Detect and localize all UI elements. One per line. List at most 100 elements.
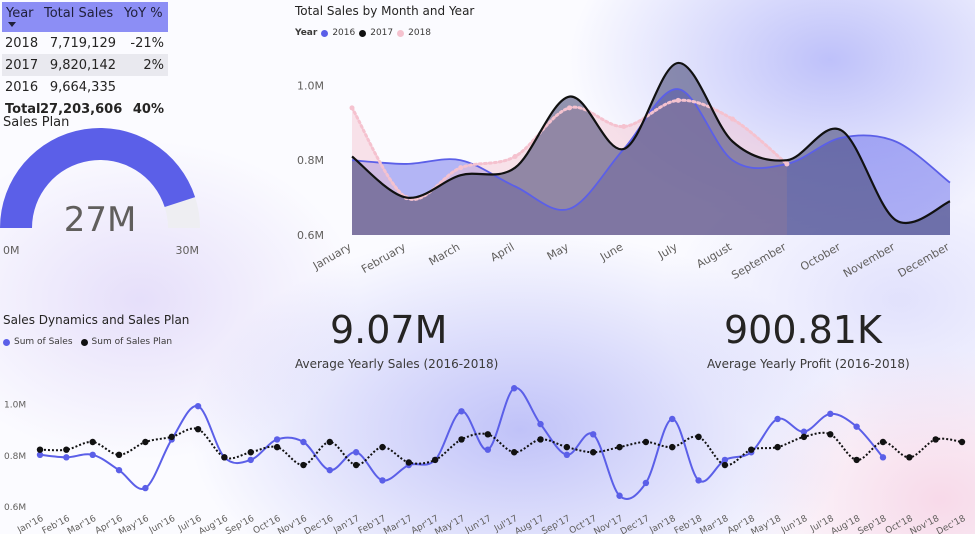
legend-item-2017[interactable]: 2017 <box>370 28 393 38</box>
legend-item-2016[interactable]: 2016 <box>332 28 355 38</box>
data-point-sales[interactable] <box>273 436 281 443</box>
monthly-sales-area-chart[interactable]: 0.6M 0.8M 1.0M January February March April May… <box>280 40 970 288</box>
data-point-plan[interactable] <box>221 454 228 461</box>
data-point-plan[interactable] <box>853 456 860 464</box>
data-point-plan[interactable] <box>63 446 70 453</box>
data-point-plan[interactable] <box>273 443 281 451</box>
legend-dot-2018 <box>397 29 405 37</box>
data-point-plan[interactable] <box>142 438 149 446</box>
x-tick-label: July <box>655 240 680 262</box>
data-point-plan[interactable] <box>458 436 465 443</box>
data-point-plan[interactable] <box>748 446 755 453</box>
data-point-plan[interactable] <box>194 426 202 433</box>
header-total-sales[interactable]: Total Sales <box>40 2 120 32</box>
x-tick-label: December <box>896 240 952 280</box>
x-tick-label: April <box>488 240 516 264</box>
data-point-plan[interactable] <box>906 454 913 461</box>
data-point-plan[interactable] <box>590 449 597 456</box>
data-point-sales[interactable] <box>510 385 518 392</box>
data-point-2018[interactable] <box>566 105 572 111</box>
data-point-sales[interactable] <box>326 466 333 474</box>
data-point-2018[interactable] <box>349 105 355 111</box>
data-point-sales[interactable] <box>379 477 386 484</box>
sort-descending-icon[interactable] <box>8 22 16 27</box>
x-tick-label: August <box>694 240 734 271</box>
dynamics-chart-title: Sales Dynamics and Sales Plan <box>3 313 190 327</box>
data-point-sales[interactable] <box>63 454 70 461</box>
data-point-plan[interactable] <box>168 433 175 441</box>
table-row[interactable]: 2016 9,664,335 <box>2 76 168 98</box>
header-yoy[interactable]: YoY % <box>120 2 168 32</box>
data-point-sales[interactable] <box>669 415 676 423</box>
data-point-plan[interactable] <box>510 449 518 456</box>
data-point-sales[interactable] <box>879 454 887 461</box>
x-tick-label: November <box>841 240 897 280</box>
data-point-plan[interactable] <box>695 433 702 441</box>
data-point-plan[interactable] <box>616 443 623 451</box>
data-point-sales[interactable] <box>142 484 149 492</box>
data-point-2018[interactable] <box>730 116 736 122</box>
data-point-plan[interactable] <box>326 438 333 446</box>
data-point-sales[interactable] <box>115 466 123 474</box>
data-point-plan[interactable] <box>89 438 96 446</box>
data-point-sales[interactable] <box>458 408 465 415</box>
data-point-plan[interactable] <box>379 443 386 451</box>
table-row[interactable]: 2018 7,719,129 -21% <box>2 32 168 54</box>
data-point-plan[interactable] <box>721 461 729 469</box>
data-point-sales[interactable] <box>590 431 597 438</box>
data-point-2018[interactable] <box>458 165 464 171</box>
data-point-plan[interactable] <box>300 461 307 469</box>
data-point-2018[interactable] <box>621 124 627 130</box>
data-point-sales[interactable] <box>695 477 702 484</box>
data-point-sales[interactable] <box>484 446 492 453</box>
legend-item-sales[interactable]: Sum of Sales <box>14 337 73 347</box>
data-point-sales[interactable] <box>774 415 781 423</box>
y-tick-label: 0.8M <box>297 154 324 167</box>
series-line-plan[interactable] <box>39 427 963 467</box>
data-point-sales[interactable] <box>537 420 544 428</box>
x-tick-label: Jan'16 <box>15 514 45 534</box>
header-year[interactable]: Year <box>2 2 40 32</box>
legend-item-plan[interactable]: Sum of Sales Plan <box>92 337 173 347</box>
data-point-plan[interactable] <box>405 459 412 466</box>
data-point-plan[interactable] <box>352 461 360 469</box>
data-point-plan[interactable] <box>932 436 939 443</box>
data-point-plan[interactable] <box>800 433 808 441</box>
data-point-plan[interactable] <box>36 446 44 453</box>
data-point-plan[interactable] <box>563 443 571 451</box>
data-point-sales[interactable] <box>616 492 623 499</box>
data-point-plan[interactable] <box>879 438 887 446</box>
data-point-2018[interactable] <box>784 161 790 167</box>
data-point-sales[interactable] <box>352 449 360 456</box>
data-point-plan[interactable] <box>115 451 123 458</box>
data-point-sales[interactable] <box>642 479 650 487</box>
data-point-plan[interactable] <box>642 438 650 446</box>
legend-item-2018[interactable]: 2018 <box>408 28 431 38</box>
data-point-plan[interactable] <box>669 443 676 451</box>
kpi-avg-sales-value: 9.07M <box>330 308 448 352</box>
data-point-2018[interactable] <box>675 97 681 103</box>
data-point-sales[interactable] <box>300 438 307 446</box>
data-point-sales[interactable] <box>89 451 96 458</box>
year-sales-table: Year Total Sales YoY % 2018 7,719,129 -2… <box>2 2 168 120</box>
data-point-2018[interactable] <box>512 153 518 159</box>
data-point-sales[interactable] <box>247 456 254 464</box>
data-point-sales[interactable] <box>827 410 834 418</box>
data-point-sales[interactable] <box>853 423 860 430</box>
sales-dynamics-line-chart[interactable]: 0.6M0.8M1.0MJan'16Feb'16Mar'16Apr'16May'… <box>0 372 975 534</box>
data-point-plan[interactable] <box>247 449 254 456</box>
data-point-plan[interactable] <box>958 438 966 446</box>
data-point-plan[interactable] <box>827 431 834 438</box>
data-point-sales[interactable] <box>194 402 202 410</box>
data-point-plan[interactable] <box>537 436 544 443</box>
x-tick-label: Dec'16 <box>303 514 336 534</box>
data-point-plan[interactable] <box>431 456 439 464</box>
data-point-plan[interactable] <box>484 431 492 438</box>
sales-plan-gauge[interactable]: 27M 0M 30M <box>0 128 215 263</box>
data-point-sales[interactable] <box>563 451 571 458</box>
table-row[interactable]: 2017 9,820,142 2% <box>2 54 168 76</box>
y-tick-label: 1.0M <box>297 79 324 92</box>
x-tick-label: Jan'17 <box>331 514 361 534</box>
data-point-plan[interactable] <box>774 443 781 451</box>
series-line-sales[interactable] <box>39 387 884 500</box>
